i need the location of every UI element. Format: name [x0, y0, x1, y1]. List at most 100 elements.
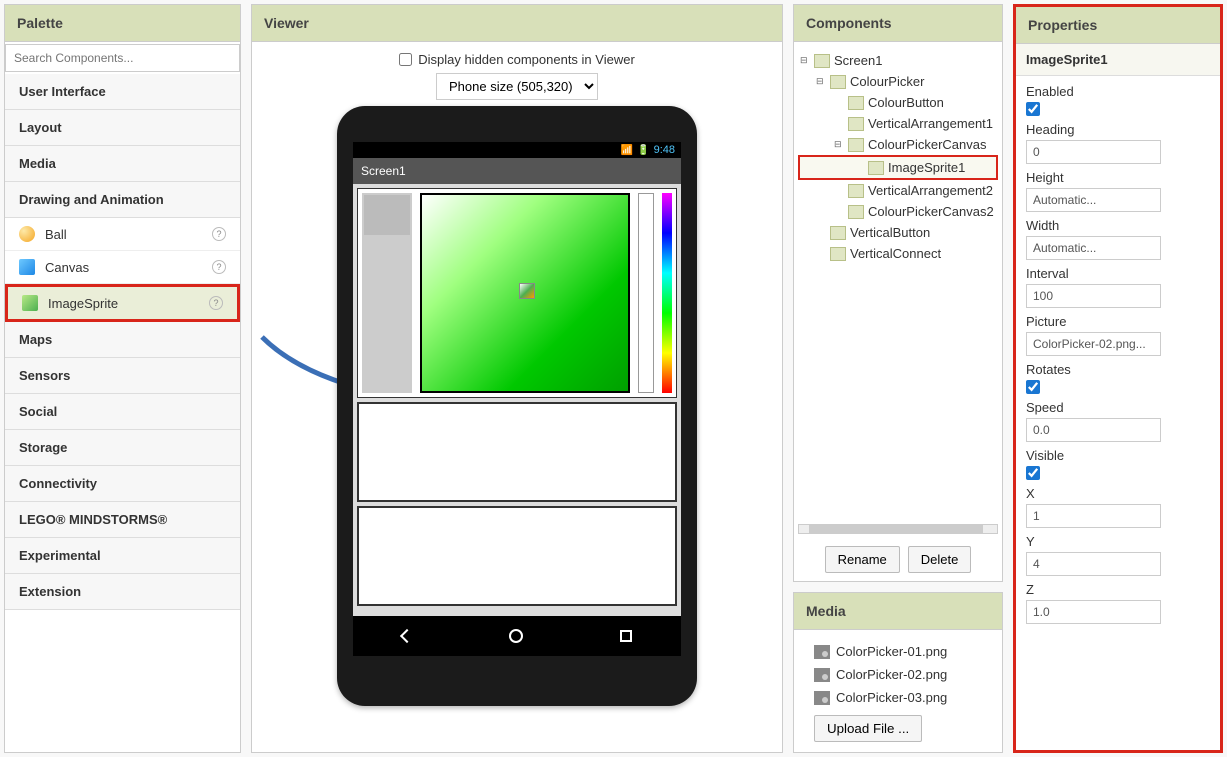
tree-va2[interactable]: VerticalArrangement2 [798, 180, 998, 201]
palette-cat-maps[interactable]: Maps [5, 322, 240, 358]
palette-item-imagesprite[interactable]: ImageSprite ? [5, 284, 240, 322]
palette-cat-lego[interactable]: LEGO® MINDSTORMS® [5, 502, 240, 538]
palette-cat-connectivity[interactable]: Connectivity [5, 466, 240, 502]
prop-visible-checkbox[interactable] [1026, 466, 1040, 480]
screen-content[interactable] [353, 184, 681, 616]
prop-heading-input[interactable] [1026, 140, 1161, 164]
canvas-icon [848, 138, 864, 152]
tree-va1[interactable]: VerticalArrangement1 [798, 113, 998, 134]
palette-cat-social[interactable]: Social [5, 394, 240, 430]
imagesprite-icon [868, 161, 884, 175]
prop-enabled-checkbox[interactable] [1026, 102, 1040, 116]
rename-button[interactable]: Rename [825, 546, 900, 573]
help-icon[interactable]: ? [212, 227, 226, 241]
battery-icon: 🔋 [637, 145, 649, 156]
vertical-connect-preview[interactable] [357, 506, 677, 606]
components-panel: Components ⊟Screen1 ⊟ColourPicker Colour… [793, 4, 1003, 582]
arrangement-icon [830, 75, 846, 89]
palette-item-label: Canvas [45, 260, 89, 275]
prop-rotates-checkbox[interactable] [1026, 380, 1040, 394]
palette-header: Palette [5, 5, 240, 42]
prop-y-input[interactable] [1026, 552, 1161, 576]
properties-component-name: ImageSprite1 [1016, 44, 1220, 76]
palette-cat-sensors[interactable]: Sensors [5, 358, 240, 394]
phone-size-select[interactable]: Phone size (505,320) [436, 73, 598, 100]
media-file-1[interactable]: ColorPicker-01.png [814, 640, 982, 663]
prop-height-input[interactable] [1026, 188, 1161, 212]
image-file-icon [814, 668, 830, 682]
components-scrollbar[interactable] [798, 524, 998, 534]
button-icon [848, 96, 864, 110]
screen-icon [814, 54, 830, 68]
prop-x-input[interactable] [1026, 504, 1161, 528]
upload-file-button[interactable]: Upload File ... [814, 715, 922, 742]
imagesprite-preview[interactable] [519, 283, 535, 299]
imagesprite-icon [22, 295, 38, 311]
colour-picker-canvas-preview[interactable] [420, 193, 630, 393]
arrangement-icon [848, 184, 864, 198]
phone-frame: 📶 🔋 9:48 Screen1 [337, 106, 697, 706]
tree-screen1[interactable]: ⊟Screen1 [798, 50, 998, 71]
palette-cat-storage[interactable]: Storage [5, 430, 240, 466]
prop-picture-input[interactable] [1026, 332, 1161, 356]
tree-cpcanvas[interactable]: ⊟ColourPickerCanvas [798, 134, 998, 155]
wifi-icon: 📶 [621, 145, 633, 156]
vertical-button-preview[interactable] [357, 402, 677, 502]
palette-item-canvas[interactable]: Canvas ? [5, 251, 240, 284]
image-file-icon [814, 645, 830, 659]
prop-height-label: Height [1026, 170, 1210, 185]
palette-cat-user-interface[interactable]: User Interface [5, 74, 240, 110]
prop-visible-label: Visible [1026, 448, 1210, 463]
nav-home-icon[interactable] [509, 629, 523, 643]
phone-statusbar: 📶 🔋 9:48 [353, 142, 681, 158]
properties-panel: Properties ImageSprite1 Enabled Heading … [1013, 4, 1223, 753]
tree-colourpicker[interactable]: ⊟ColourPicker [798, 71, 998, 92]
tree-vconnect[interactable]: VerticalConnect [798, 243, 998, 264]
palette-search-input[interactable] [5, 44, 240, 72]
components-header: Components [794, 5, 1002, 42]
media-file-3[interactable]: ColorPicker-03.png [814, 686, 982, 709]
arrangement-icon [848, 117, 864, 131]
image-file-icon [814, 691, 830, 705]
prop-picture-label: Picture [1026, 314, 1210, 329]
help-icon[interactable]: ? [212, 260, 226, 274]
hue-slider-preview[interactable] [662, 193, 672, 393]
vertical-arrangement-preview[interactable] [638, 193, 654, 393]
palette-cat-extension[interactable]: Extension [5, 574, 240, 610]
media-panel: Media ColorPicker-01.png ColorPicker-02.… [793, 592, 1003, 753]
prop-z-label: Z [1026, 582, 1210, 597]
palette-cat-media[interactable]: Media [5, 146, 240, 182]
palette-item-label: Ball [45, 227, 67, 242]
delete-button[interactable]: Delete [908, 546, 972, 573]
prop-speed-input[interactable] [1026, 418, 1161, 442]
tree-cpcanvas2[interactable]: ColourPickerCanvas2 [798, 201, 998, 222]
prop-z-input[interactable] [1026, 600, 1161, 624]
prop-x-label: X [1026, 486, 1210, 501]
prop-width-label: Width [1026, 218, 1210, 233]
palette-cat-experimental[interactable]: Experimental [5, 538, 240, 574]
nav-recent-icon[interactable] [620, 630, 632, 642]
button-icon [830, 247, 846, 261]
show-hidden-label: Display hidden components in Viewer [418, 52, 635, 67]
tree-colourbutton[interactable]: ColourButton [798, 92, 998, 113]
palette-item-ball[interactable]: Ball ? [5, 218, 240, 251]
screen-titlebar: Screen1 [353, 158, 681, 184]
prop-width-input[interactable] [1026, 236, 1161, 260]
statusbar-time: 9:48 [654, 144, 675, 156]
components-tree: ⊟Screen1 ⊟ColourPicker ColourButton Vert… [794, 42, 1002, 520]
nav-back-icon[interactable] [400, 629, 414, 643]
prop-y-label: Y [1026, 534, 1210, 549]
tree-vbutton[interactable]: VerticalButton [798, 222, 998, 243]
help-icon[interactable]: ? [209, 296, 223, 310]
media-file-2[interactable]: ColorPicker-02.png [814, 663, 982, 686]
prop-interval-label: Interval [1026, 266, 1210, 281]
prop-interval-input[interactable] [1026, 284, 1161, 308]
show-hidden-checkbox[interactable] [399, 53, 412, 66]
button-icon [830, 226, 846, 240]
palette-cat-layout[interactable]: Layout [5, 110, 240, 146]
colour-button-preview[interactable] [362, 193, 412, 393]
palette-cat-drawing[interactable]: Drawing and Animation [5, 182, 240, 218]
tree-imagesprite1[interactable]: ImageSprite1 [798, 155, 998, 180]
viewer-panel: Viewer Display hidden components in View… [251, 4, 783, 753]
properties-header: Properties [1016, 7, 1220, 44]
